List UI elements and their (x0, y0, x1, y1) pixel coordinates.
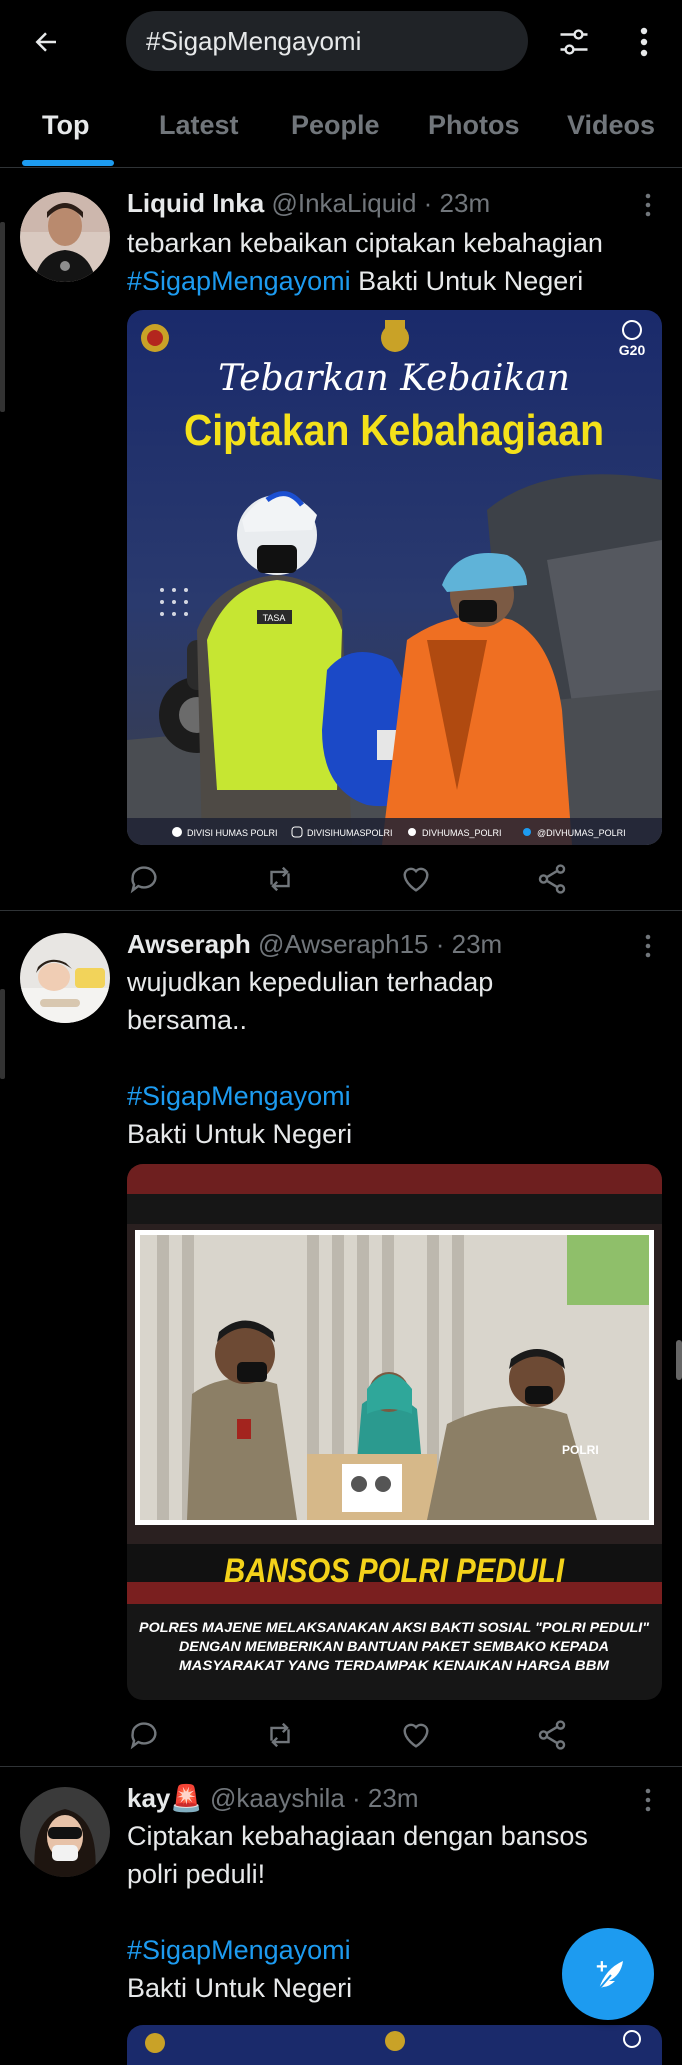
tweet-text-line: wujudkan kepedulian terhadap (127, 967, 494, 997)
display-name[interactable]: Liquid Inka (127, 188, 264, 218)
user-handle[interactable]: @Awseraph15 (258, 929, 428, 959)
footer-twitter: @DIVHUMAS_POLRI (537, 828, 626, 838)
tweet-more-icon[interactable] (642, 192, 654, 218)
user-handle[interactable]: @InkaLiquid (271, 188, 416, 218)
more-vertical-icon (640, 27, 648, 57)
tab-people[interactable]: People (291, 110, 380, 141)
compose-tweet-button[interactable]: + (562, 1928, 654, 2020)
tweet-text-tail: Bakti Untuk Negeri (127, 1119, 353, 1149)
footer-facebook: DIVISI HUMAS POLRI (187, 828, 278, 838)
search-settings-button[interactable] (552, 20, 596, 64)
footer-tiktok: DIVHUMAS_POLRI (422, 828, 502, 838)
more-options-button[interactable] (622, 20, 666, 64)
tweet-header: Awseraph @Awseraph15 · 23m (127, 929, 502, 960)
tweet-image[interactable] (127, 2025, 662, 2065)
share-icon[interactable] (535, 1718, 569, 1752)
tweet-text-tail: Bakti Untuk Negeri (350, 266, 584, 296)
g20-badge: G20 (619, 342, 646, 358)
tweet[interactable]: Liquid Inka @InkaLiquid · 23m tebarkan k… (0, 170, 682, 910)
user-handle[interactable]: @kaayshila (210, 1783, 345, 1813)
tab-latest[interactable]: Latest (159, 110, 239, 141)
poster-script-title: Tebarkan Kebaikan (218, 358, 570, 399)
display-name[interactable]: kay (127, 1783, 170, 1813)
tweet-text: tebarkan kebaikan ciptakan kebahagian #S… (127, 224, 603, 300)
poster-caption-line: POLRES MAJENE MELAKSANAKAN AKSI BAKTI SO… (139, 1619, 649, 1635)
reply-icon[interactable] (127, 862, 161, 896)
tweet-text-tail: Bakti Untuk Negeri (127, 1973, 353, 2003)
like-icon[interactable] (399, 862, 433, 896)
tab-photos[interactable]: Photos (428, 110, 520, 141)
search-tabs: Top Latest People Photos Videos (0, 98, 682, 168)
edge-indicator (0, 222, 5, 412)
tweet-header: Liquid Inka @InkaLiquid · 23m (127, 188, 490, 219)
tweet-text: wujudkan kepedulian terhadap bersama.. #… (127, 963, 493, 1153)
tweet-more-icon[interactable] (642, 933, 654, 959)
back-button[interactable] (24, 20, 68, 64)
vest-label: TASA (263, 613, 286, 623)
poster-title: BANSOS POLRI PEDULI (224, 1552, 565, 1590)
timestamp[interactable]: · 23m (352, 1783, 418, 1813)
footer-instagram: DIVISIHUMASPOLRI (307, 828, 393, 838)
tweet-image[interactable]: TASA G20 Tebarkan Kebaikan Ciptakan Keba… (127, 310, 662, 845)
timestamp[interactable]: · 23m (424, 188, 490, 218)
reply-icon[interactable] (127, 1718, 161, 1752)
timestamp[interactable]: · 23m (436, 929, 502, 959)
avatar[interactable] (20, 933, 110, 1023)
tab-videos[interactable]: Videos (567, 110, 655, 141)
poster-caption-line: MASYARAKAT YANG TERDAMPAK KENAIKAN HARGA… (179, 1657, 609, 1673)
poster-caption-line: DENGAN MEMBERIKAN BANTUAN PAKET SEMBAKO … (179, 1638, 609, 1654)
tweet[interactable]: Awseraph @Awseraph15 · 23m wujudkan kepe… (0, 911, 682, 1766)
sliders-icon (560, 29, 588, 55)
hashtag-link[interactable]: #SigapMengayomi (127, 1931, 588, 1969)
tweet-text-line: tebarkan kebaikan ciptakan kebahagian (127, 228, 603, 258)
tab-top[interactable]: Top (42, 110, 89, 141)
compose-feather-icon: + (596, 1956, 623, 1990)
edge-indicator (0, 989, 5, 1079)
search-query: #SigapMengayomi (146, 25, 362, 56)
search-input[interactable]: #SigapMengayomi (126, 11, 528, 71)
avatar[interactable] (20, 192, 110, 282)
tweet-actions (127, 862, 647, 902)
tweet-more-icon[interactable] (642, 1787, 654, 1813)
arrow-left-icon (35, 32, 56, 52)
top-bar: #SigapMengayomi (0, 0, 682, 82)
tweet-text-line: polri peduli! (127, 1859, 266, 1889)
like-icon[interactable] (399, 1718, 433, 1752)
share-icon[interactable] (535, 862, 569, 896)
avatar[interactable] (20, 1787, 110, 1877)
retweet-icon[interactable] (263, 862, 297, 896)
tweet-text: Ciptakan kebahagiaan dengan bansos polri… (127, 1817, 588, 2007)
tweet-actions (127, 1718, 647, 1758)
tweet-text-line: bersama.. (127, 1005, 248, 1035)
active-tab-indicator (22, 160, 114, 166)
hashtag-link[interactable]: #SigapMengayomi (127, 266, 351, 296)
tweet-text-line: Ciptakan kebahagiaan dengan bansos (127, 1821, 588, 1851)
uniform-badge: POLRI (562, 1443, 599, 1457)
name-emoji: 🚨 (170, 1783, 203, 1813)
display-name[interactable]: Awseraph (127, 929, 251, 959)
tweet-header: kay🚨 @kaayshila · 23m (127, 1783, 419, 1814)
poster-title: Ciptakan Kebahagiaan (184, 406, 604, 455)
tweet-image[interactable]: POLRI BANSOS POLRI PEDULI POLRES MAJENE … (127, 1164, 662, 1700)
retweet-icon[interactable] (263, 1718, 297, 1752)
hashtag-link[interactable]: #SigapMengayomi (127, 1077, 493, 1115)
scrollbar-thumb[interactable] (676, 1340, 682, 1380)
